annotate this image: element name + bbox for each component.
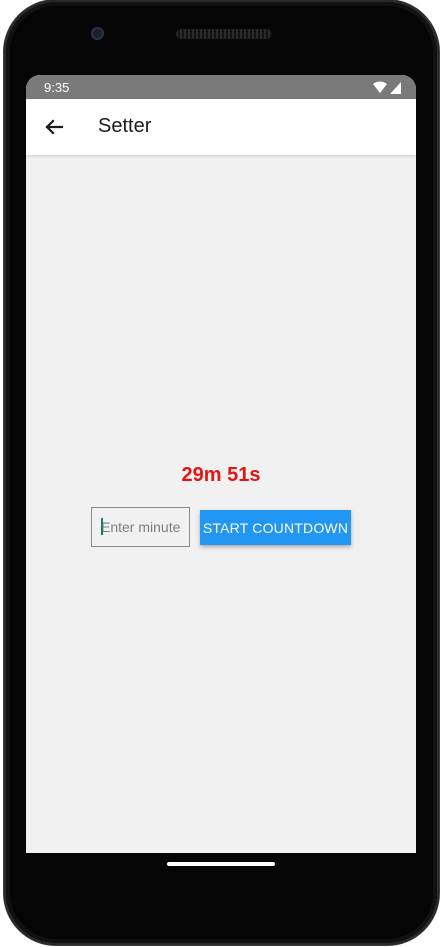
minute-input[interactable] bbox=[91, 507, 190, 547]
status-icons bbox=[372, 81, 402, 95]
navigation-bar bbox=[26, 853, 416, 875]
home-gesture-handle[interactable] bbox=[167, 862, 275, 866]
app-bar: Setter bbox=[26, 99, 416, 155]
arrow-back-icon bbox=[45, 119, 64, 135]
earpiece-speaker bbox=[176, 29, 272, 39]
status-time: 9:35 bbox=[44, 80, 70, 95]
countdown-display: 29m 51s bbox=[181, 464, 261, 486]
screen: 9:35 Setter 29m 51s Enter minute START C… bbox=[26, 75, 416, 853]
signal-icon bbox=[390, 82, 401, 94]
phone-frame: 9:35 Setter 29m 51s Enter minute START C… bbox=[4, 0, 439, 945]
page-title: Setter bbox=[98, 115, 152, 137]
front-camera bbox=[91, 27, 104, 40]
back-button[interactable] bbox=[40, 113, 68, 141]
status-bar: 9:35 bbox=[26, 75, 416, 99]
wifi-icon bbox=[373, 81, 387, 93]
text-cursor bbox=[101, 518, 103, 535]
start-countdown-button[interactable]: START COUNTDOWN bbox=[200, 510, 351, 545]
